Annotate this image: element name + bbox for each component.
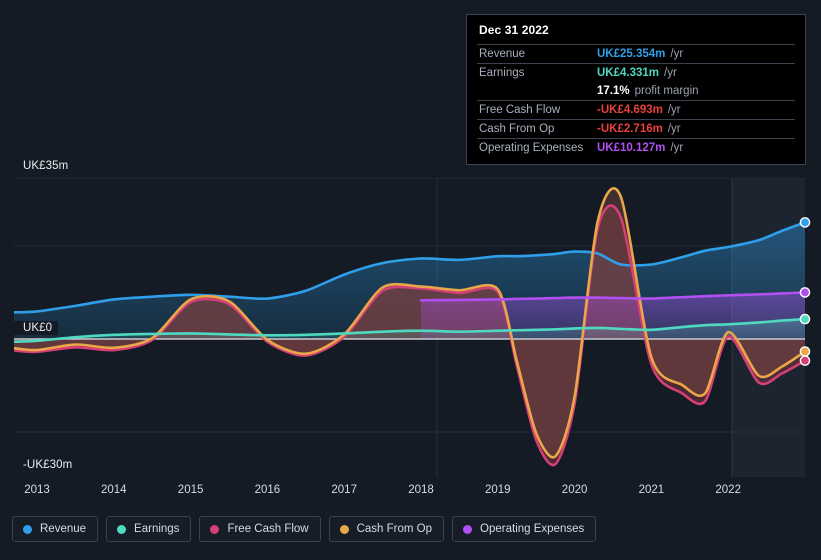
tooltip-row-value: -UK£2.716m: [597, 123, 663, 135]
tooltip-row-unit: /yr: [670, 48, 684, 60]
tooltip-row-value: -UK£4.693m: [597, 104, 663, 116]
data-tooltip: Dec 31 2022 Revenue UK£25.354m/yr Earnings…: [466, 14, 806, 165]
legend-item-label: Revenue: [40, 523, 87, 535]
tooltip-row-unit: profit margin: [634, 85, 699, 97]
legend-item-label: Cash From Op: [356, 523, 433, 535]
endpoint-marker-revenue: [799, 217, 811, 228]
tooltip-row-label: Revenue: [479, 48, 526, 60]
legend-color-dot-icon: [210, 524, 220, 534]
legend-color-dot-icon: [23, 524, 32, 534]
tooltip-rows: Revenue UK£25.354m/yr Earnings UK£4.331m/yr…: [477, 44, 795, 157]
legend-item-earnings[interactable]: Earnings: [106, 516, 192, 542]
x-axis-tick-2022: 2022: [715, 484, 741, 496]
tooltip-row-value: UK£25.354m: [597, 48, 666, 60]
x-axis-tick-2020: 2020: [561, 484, 588, 496]
tooltip-row-value: UK£10.127m: [597, 142, 666, 154]
tooltip-row-label: Cash From Op: [479, 123, 555, 135]
legend-item-free-cash-flow[interactable]: Free Cash Flow: [199, 516, 321, 542]
tooltip-row-unit: /yr: [667, 104, 681, 116]
tooltip-row: Free Cash Flow -UK£4.693m/yr: [477, 100, 795, 119]
legend-item-cash-from-op[interactable]: Cash From Op: [328, 516, 445, 542]
tooltip-row-label: Free Cash Flow: [479, 104, 561, 116]
x-axis-tick-2021: 2021: [638, 484, 665, 496]
endpoint-marker-operating-expenses: [799, 287, 811, 298]
legend-item-label: Operating Expenses: [480, 523, 585, 535]
tooltip-row: Earnings UK£4.331m/yr: [477, 63, 795, 82]
tooltip-row: 17.1% profit margin: [477, 82, 795, 100]
legend-item-revenue[interactable]: Revenue: [12, 516, 99, 542]
endpoint-marker-free-cash-flow: [799, 355, 811, 366]
x-axis-tick-2013: 2013: [24, 484, 50, 496]
x-axis-tick-2015: 2015: [177, 484, 204, 496]
tooltip-date: Dec 31 2022: [479, 23, 549, 37]
legend-color-dot-icon: [339, 524, 349, 534]
x-axis-tick-2017: 2017: [331, 484, 357, 496]
x-axis-tick-2016: 2016: [254, 484, 281, 496]
tooltip-row: Cash From Op -UK£2.716m/yr: [477, 119, 795, 138]
x-axis-tick-2019: 2019: [485, 484, 511, 496]
tooltip-row-value: UK£4.331m: [597, 67, 660, 79]
chart-legend: Revenue Earnings Free Cash Flow Cash From O…: [12, 516, 597, 542]
legend-item-label: Earnings: [134, 523, 180, 535]
endpoint-marker-earnings: [799, 313, 811, 325]
legend-item-operating-expenses[interactable]: Operating Expenses: [452, 516, 597, 542]
legend-color-dot-icon: [463, 524, 473, 534]
tooltip-row-label: Earnings: [479, 67, 525, 79]
tooltip-row-unit: /yr: [667, 123, 681, 135]
tooltip-row-label: Operating Expenses: [479, 142, 584, 154]
y-axis-label-min: -UK£30m: [14, 458, 79, 472]
y-axis-label-zero: UK£0: [14, 321, 59, 335]
tooltip-row-unit: /yr: [664, 67, 677, 79]
endpoint-marker-cash-from-op: [799, 346, 811, 357]
chart-page: UK£35m UK£0 -UK£30m 2013 2014 2015 2016 2017…: [0, 0, 821, 560]
tooltip-row-unit: /yr: [670, 142, 684, 154]
y-axis-label-max: UK£35m: [14, 159, 75, 173]
tooltip-row: Operating Expenses UK£10.127m/yr: [477, 138, 795, 157]
legend-item-label: Free Cash Flow: [227, 523, 309, 535]
x-axis-tick-2018: 2018: [408, 484, 434, 496]
legend-color-dot-icon: [117, 524, 127, 534]
x-axis-tick-2014: 2014: [101, 484, 127, 496]
tooltip-row: Revenue UK£25.354m/yr: [477, 44, 795, 63]
tooltip-row-value: 17.1%: [597, 85, 630, 97]
